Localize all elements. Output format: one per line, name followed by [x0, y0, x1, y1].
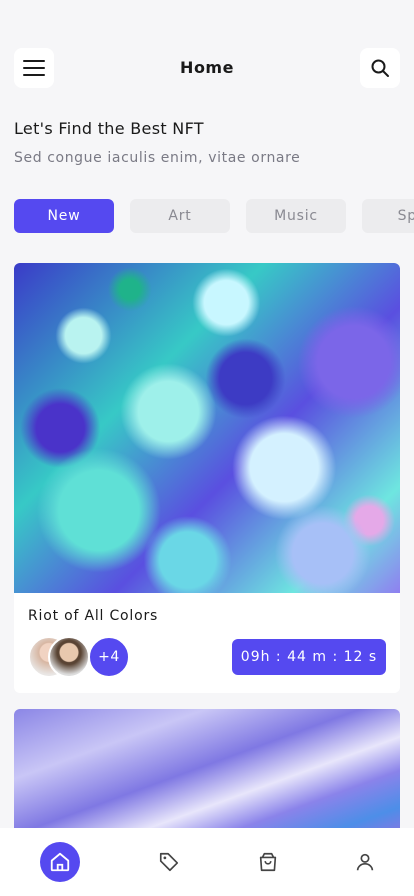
tab-sports[interactable]: Spo [362, 199, 414, 233]
bidder-avatars: +4 [28, 636, 130, 678]
nav-profile-button[interactable] [345, 842, 385, 882]
bottom-navigation [0, 828, 414, 896]
page-title: Home [180, 58, 234, 77]
tag-icon [159, 852, 179, 872]
nav-bag-button[interactable] [248, 842, 288, 882]
intro-heading: Let's Find the Best NFT [14, 119, 204, 138]
auction-timer: 09h : 44 m : 12 s [232, 639, 386, 675]
more-bidders-badge[interactable]: +4 [88, 636, 130, 678]
nft-artwork-image[interactable] [14, 263, 400, 593]
nav-tag-button[interactable] [149, 842, 189, 882]
search-icon [371, 59, 389, 77]
intro-subtitle: Sed congue iaculis enim, vitae ornare [14, 150, 301, 166]
tab-music[interactable]: Music [246, 199, 346, 233]
user-icon [356, 853, 374, 871]
app-header: Home [0, 48, 414, 88]
tab-art[interactable]: Art [130, 199, 230, 233]
tab-new[interactable]: New [14, 199, 114, 233]
nft-card[interactable]: Riot of All Colors +4 09h : 44 m : 12 s [14, 263, 400, 693]
nav-home-button[interactable] [40, 842, 80, 882]
nft-title: Riot of All Colors [28, 608, 159, 624]
search-button[interactable] [360, 48, 400, 88]
category-tabs: New Art Music Spo [14, 199, 414, 233]
shopping-bag-icon [259, 852, 277, 872]
home-icon [50, 852, 70, 872]
avatar [48, 636, 90, 678]
